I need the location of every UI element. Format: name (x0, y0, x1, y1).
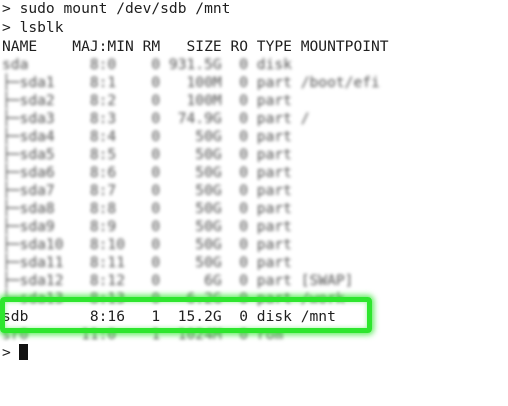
lsblk-row-blurred: ├─sda1 8:1 0 100M 0 part /boot/efi (2, 74, 380, 91)
lsblk-row-blurred: ├─sda9 8:9 0 50G 0 part (2, 218, 292, 235)
lsblk-row-blurred: ├─sda6 8:6 0 50G 0 part (2, 164, 292, 181)
text-cursor (18, 344, 28, 360)
lsblk-row-blurred: ├─sda12 8:12 0 6G 0 part [SWAP] (2, 272, 354, 289)
lsblk-row-blurred: ├─sda3 8:3 0 74.9G 0 part / (2, 110, 310, 127)
lsblk-table-header: NAME MAJ:MIN RM SIZE RO TYPE MOUNTPOINT (2, 38, 389, 55)
lsblk-row-blurred: ├─sda8 8:8 0 50G 0 part (2, 200, 292, 217)
terminal-output[interactable]: > sudo mount /dev/sdb /mnt > lsblk NAME … (2, 0, 508, 406)
lsblk-row-blurred: ├─sda5 8:5 0 50G 0 part (2, 146, 292, 163)
prompt-line: > (2, 344, 28, 362)
lsblk-row-blurred: ├─sda2 8:2 0 100M 0 part (2, 92, 292, 109)
sdb-row-highlight (0, 297, 372, 333)
lsblk-row-blurred: ├─sda10 8:10 0 50G 0 part (2, 236, 292, 253)
prompt-symbol: > (2, 344, 11, 361)
command-line-lsblk: > lsblk (2, 19, 64, 36)
lsblk-row-blurred: ├─sda7 8:7 0 50G 0 part (2, 182, 292, 199)
lsblk-row-blurred: ├─sda4 8:4 0 50G 0 part (2, 128, 292, 145)
lsblk-row-blurred: ├─sda11 8:11 0 50G 0 part (2, 254, 292, 271)
lsblk-row-blurred: sda 8:0 0 931.5G 0 disk (2, 56, 292, 73)
command-line-mount: > sudo mount /dev/sdb /mnt (2, 0, 231, 17)
